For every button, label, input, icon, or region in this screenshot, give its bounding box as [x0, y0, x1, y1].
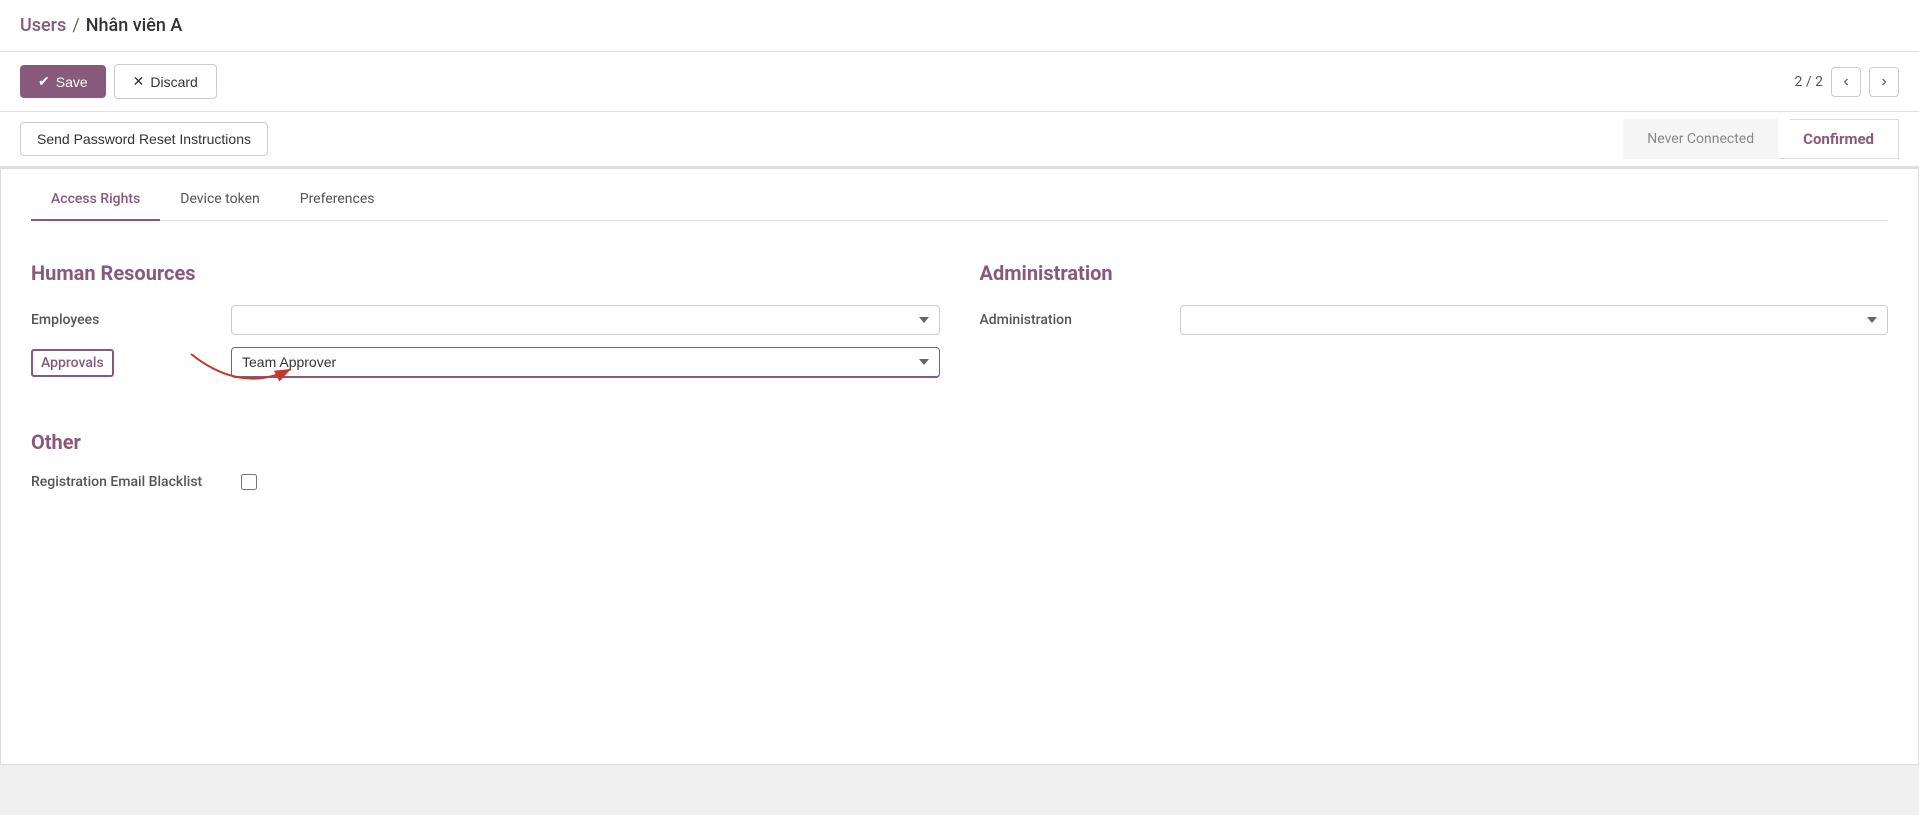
action-bar: Send Password Reset Instructions Never C…: [0, 112, 1919, 168]
approvals-label: Approvals: [31, 349, 114, 377]
employees-select[interactable]: [231, 305, 940, 335]
page-counter: 2 / 2: [1795, 74, 1823, 90]
tab-access-rights[interactable]: Access Rights: [31, 179, 160, 221]
breadcrumb-users-link[interactable]: Users: [20, 15, 66, 36]
toolbar: ✔ Save ✕ Discard 2 / 2 ‹ ›: [0, 52, 1919, 112]
main-content: Access Rights Device token Preferences H…: [1, 169, 1918, 764]
breadcrumb-current: Nhân viên A: [86, 15, 183, 36]
employees-label: Employees: [31, 312, 231, 328]
approvals-select[interactable]: Team Approver All Approvals No Access: [231, 347, 940, 378]
tabs-container: Access Rights Device token Preferences: [31, 169, 1888, 221]
registration-email-blacklist-checkbox[interactable]: [241, 474, 257, 490]
toolbar-navigation: 2 / 2 ‹ ›: [1795, 67, 1899, 97]
registration-email-blacklist-row: Registration Email Blacklist: [31, 474, 1888, 490]
discard-button[interactable]: ✕ Discard: [114, 64, 217, 99]
breadcrumb-bar: Users / Nhân viên A: [0, 0, 1919, 52]
breadcrumb-separator: /: [72, 15, 79, 36]
status-confirmed[interactable]: Confirmed: [1778, 119, 1899, 159]
registration-email-blacklist-label: Registration Email Blacklist: [31, 474, 231, 490]
status-never-connected[interactable]: Never Connected: [1623, 119, 1778, 159]
other-section: Other Registration Email Blacklist: [31, 430, 1888, 490]
save-label: Save: [56, 74, 88, 90]
check-icon: ✔: [38, 73, 50, 90]
never-connected-label: Never Connected: [1647, 131, 1754, 147]
save-button[interactable]: ✔ Save: [20, 65, 106, 98]
toolbar-actions: ✔ Save ✕ Discard: [20, 64, 217, 99]
status-stepper: Never Connected Confirmed: [1623, 119, 1899, 159]
approvals-arrow-container: Approvals: [31, 349, 231, 377]
employees-field-row: Employees: [31, 305, 940, 335]
tab-device-token[interactable]: Device token: [160, 179, 279, 221]
discard-label: Discard: [150, 74, 197, 90]
tab-preferences[interactable]: Preferences: [280, 179, 395, 221]
tab-content-access-rights: Human Resources Employees Approvals: [31, 251, 1888, 512]
x-icon: ✕: [133, 73, 145, 90]
human-resources-section: Human Resources Employees Approvals: [31, 261, 940, 390]
send-password-reset-button[interactable]: Send Password Reset Instructions: [20, 122, 268, 156]
administration-title: Administration: [980, 261, 1889, 285]
human-resources-title: Human Resources: [31, 261, 940, 285]
two-column-layout: Human Resources Employees Approvals: [31, 261, 1888, 390]
confirmed-label: Confirmed: [1803, 130, 1874, 148]
administration-label: Administration: [980, 312, 1180, 328]
administration-field-row: Administration: [980, 305, 1889, 335]
administration-section: Administration Administration: [980, 261, 1889, 390]
next-record-button[interactable]: ›: [1869, 67, 1899, 97]
prev-record-button[interactable]: ‹: [1831, 67, 1861, 97]
administration-select[interactable]: [1180, 305, 1889, 335]
main-content-card: Access Rights Device token Preferences H…: [0, 168, 1919, 765]
other-title: Other: [31, 430, 1888, 454]
approvals-field-row: Approvals: [31, 347, 940, 378]
